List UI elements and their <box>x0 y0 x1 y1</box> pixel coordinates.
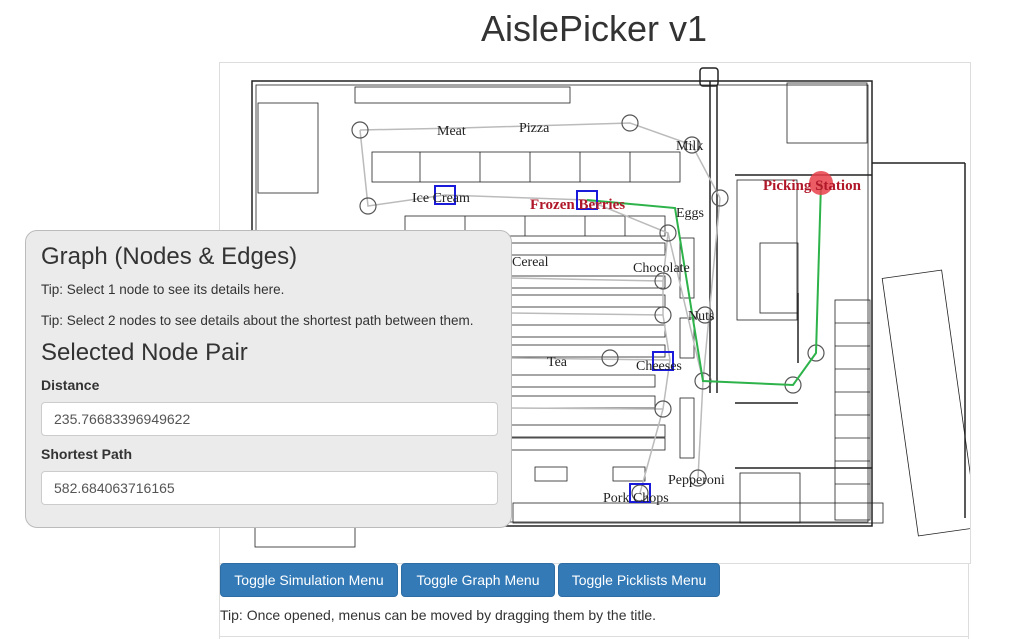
toggle-picklists-menu-button[interactable]: Toggle Picklists Menu <box>558 563 720 597</box>
shortest-path-label: Shortest Path <box>41 446 133 462</box>
label-picking-station: Picking Station <box>763 178 862 194</box>
label-pork-chops: Pork Chops <box>603 491 669 506</box>
label-pepperoni: Pepperoni <box>668 473 725 488</box>
label-pizza: Pizza <box>519 121 550 136</box>
distance-field[interactable]: 235.76683396949622 <box>41 402 498 436</box>
label-meat: Meat <box>437 124 466 139</box>
label-milk: Milk <box>676 139 703 154</box>
label-nuts: Nuts <box>688 309 714 324</box>
panel-heading[interactable]: Graph (Nodes & Edges) <box>41 243 297 271</box>
selected-pair-heading: Selected Node Pair <box>41 339 248 366</box>
panel-tip-pair: Tip: Select 2 nodes to see details about… <box>41 313 474 328</box>
label-cereal: Cereal <box>512 255 549 270</box>
toggle-graph-menu-button[interactable]: Toggle Graph Menu <box>401 563 555 597</box>
shortest-path-line <box>586 182 822 387</box>
label-frozen-berries: Frozen Berries <box>530 197 625 213</box>
graph-panel[interactable]: Graph (Nodes & Edges) Tip: Select 1 node… <box>25 230 512 528</box>
distance-label: Distance <box>41 377 100 393</box>
frame-border <box>219 636 969 637</box>
panel-tip-single: Tip: Select 1 node to see its details he… <box>41 282 285 297</box>
toggle-simulation-menu-button[interactable]: Toggle Simulation Menu <box>220 563 398 597</box>
frame-border <box>968 563 969 639</box>
shortest-path-field[interactable]: 582.684063716165 <box>41 471 498 505</box>
label-chocolate: Chocolate <box>633 261 690 276</box>
label-eggs: Eggs <box>676 206 704 221</box>
label-ice-cream: Ice Cream <box>412 191 470 206</box>
footer-tip: Tip: Once opened, menus can be moved by … <box>220 607 657 623</box>
label-cheeses: Cheeses <box>636 359 682 374</box>
page-title: AislePicker v1 <box>480 8 708 49</box>
label-tea: Tea <box>547 355 568 370</box>
